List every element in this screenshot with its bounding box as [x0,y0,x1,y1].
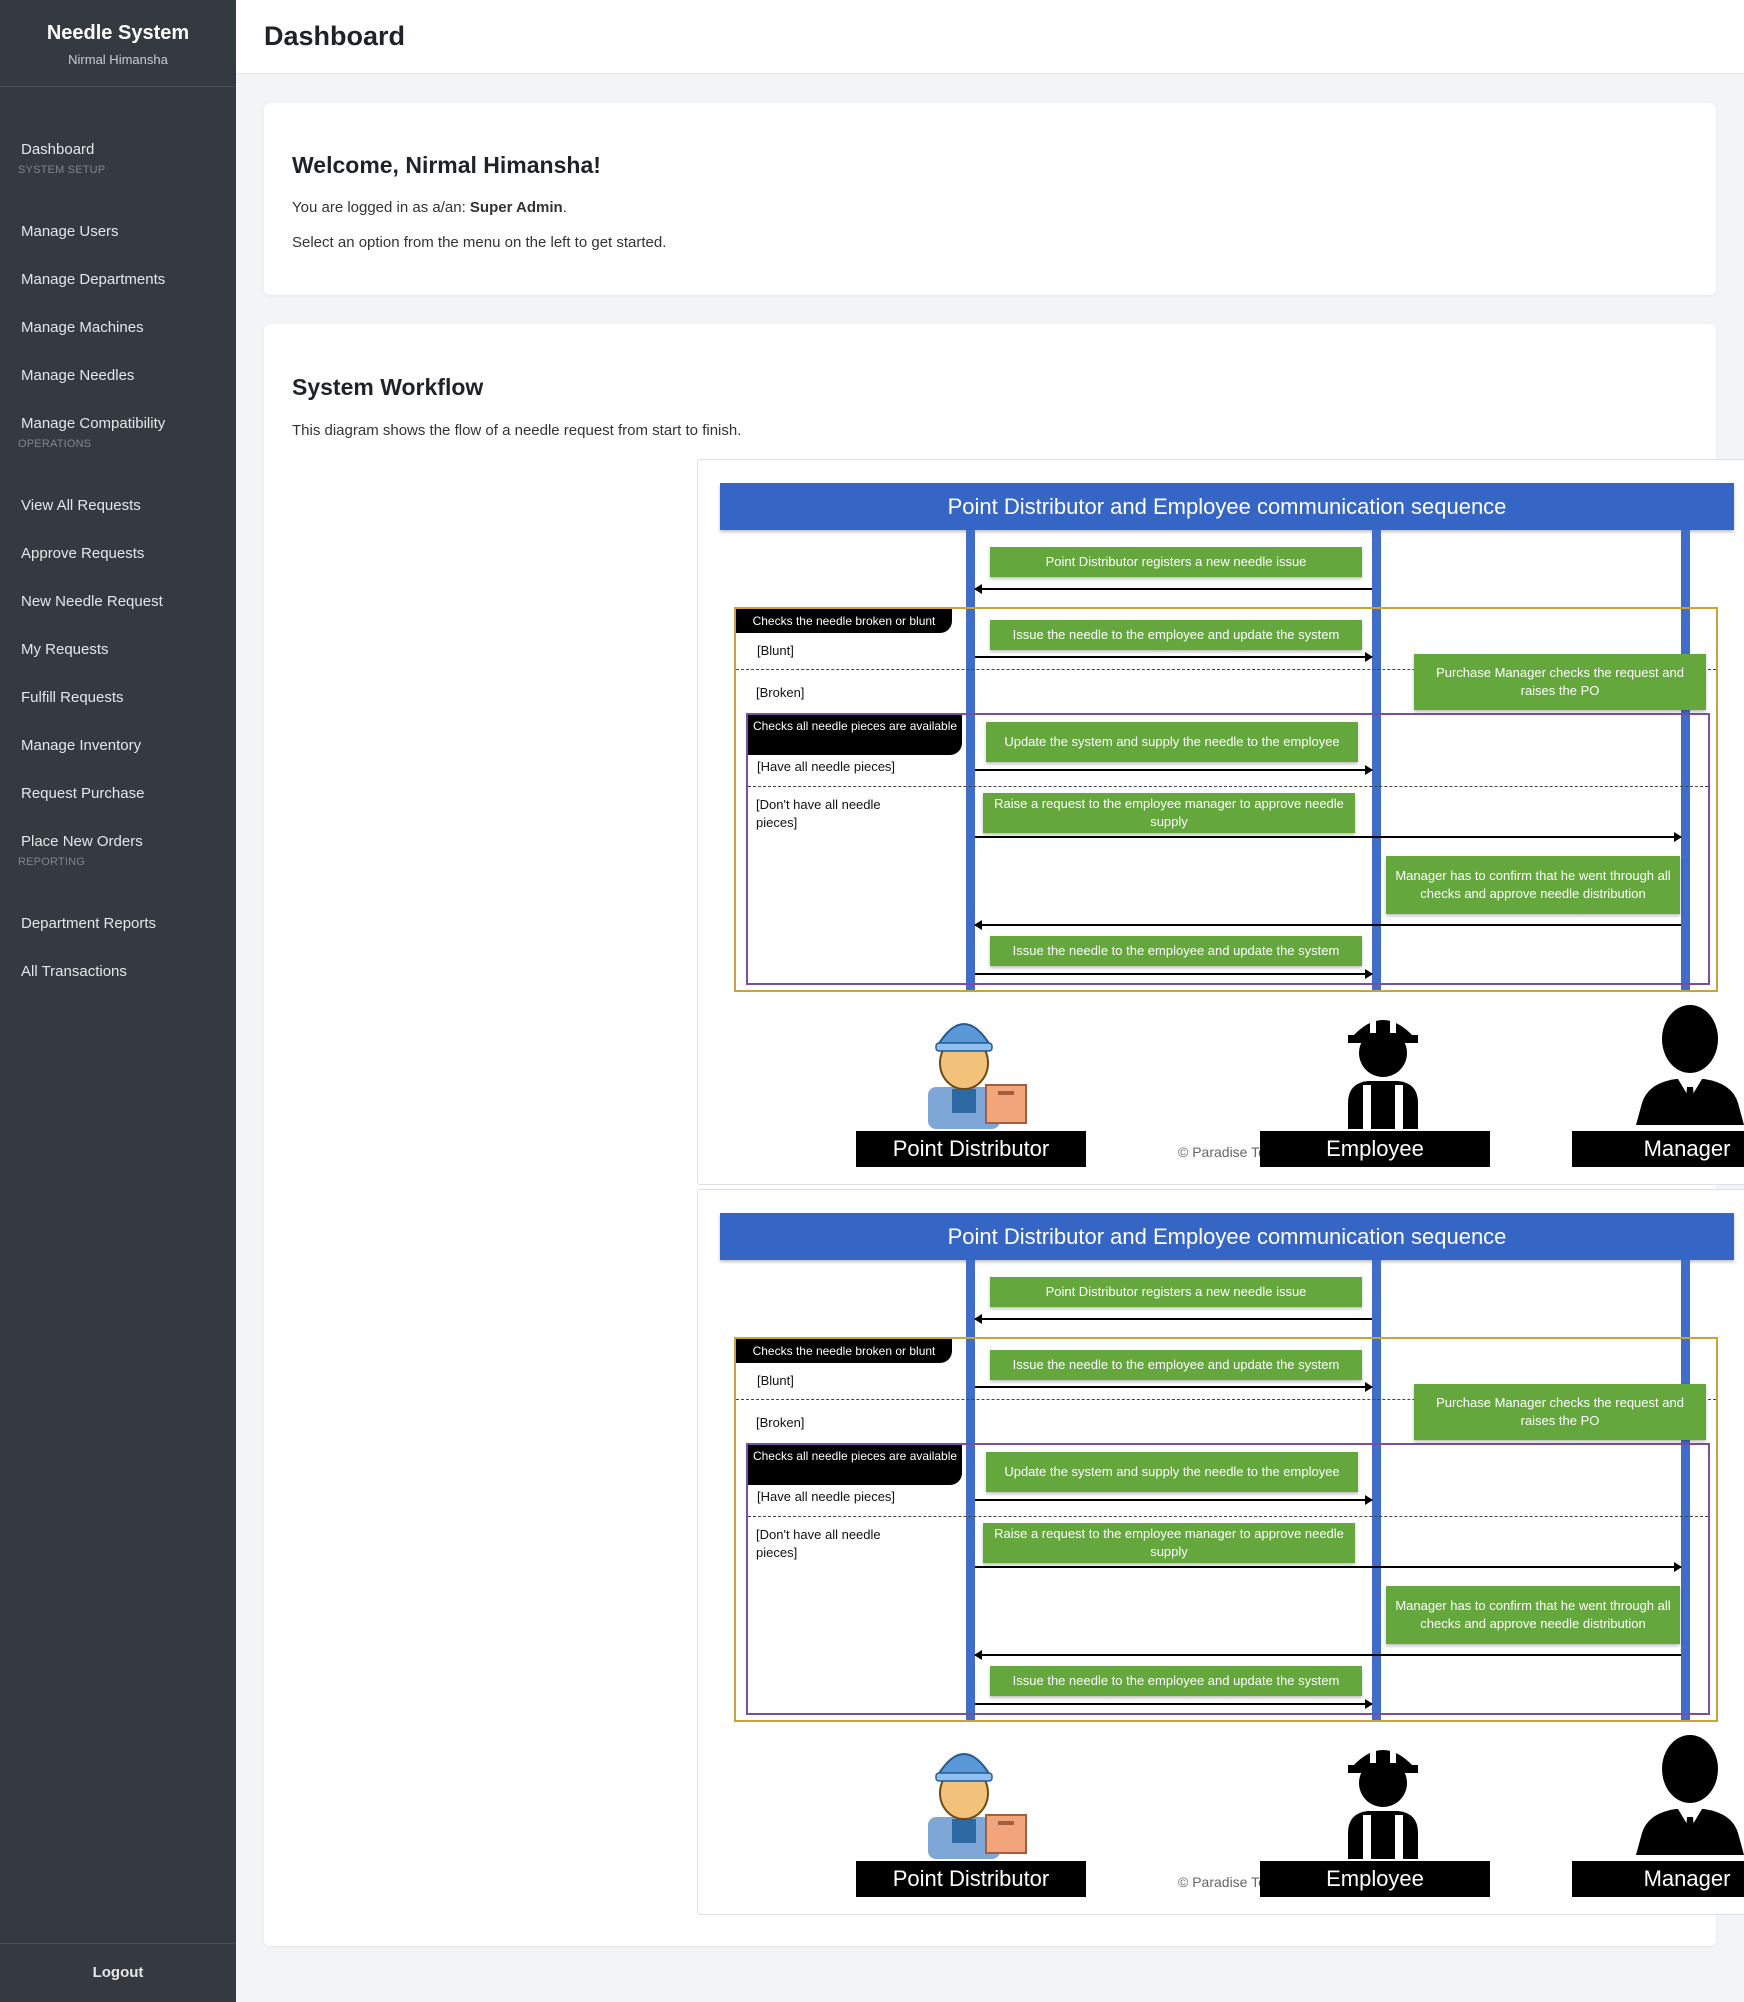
section-reporting: REPORTING [18,856,85,868]
sidebar-item-manage-machines[interactable]: Manage Machines [0,308,236,348]
message-purchase-manager: Purchase Manager checks the request and … [1414,654,1706,710]
manager-icon [1636,1735,1744,1855]
point-distributor-icon [928,1023,1027,1129]
divider-have-dont [748,786,1708,787]
arrow-issue-final [975,969,1373,979]
app-title: Needle System [46,22,190,44]
guard-have-pieces: [Have all needle pieces] [757,1489,896,1504]
actor-label-manager: Manager [1572,1131,1744,1167]
message-issue-final: Issue the needle to the employee and upd… [990,1666,1362,1696]
actor-label-distributor: Point Distributor [856,1131,1086,1167]
sidebar-item-new-needle-request[interactable]: New Needle Request [0,582,236,622]
guard-broken: [Broken] [756,1415,805,1430]
message-purchase-manager: Purchase Manager checks the request and … [1414,1384,1706,1440]
message-issue-final: Issue the needle to the employee and upd… [990,936,1362,966]
message-issue-blunt: Issue the needle to the employee and upd… [990,620,1362,650]
guard-blunt: [Blunt] [757,643,794,658]
workflow-title: System Workflow [292,374,484,400]
guard-dont-have-pieces: [Don't have all needle pieces] [756,1527,881,1560]
sidebar-item-all-transactions[interactable]: All Transactions [0,952,236,992]
actor-label-distributor: Point Distributor [856,1861,1086,1897]
sidebar-item-fulfill-requests[interactable]: Fulfill Requests [0,678,236,718]
section-operations: OPERATIONS [18,438,92,450]
message-raise-request: Raise a request to the employee manager … [983,1523,1355,1563]
guard-blunt: [Blunt] [757,1373,794,1388]
top-header: Dashboard [236,0,1744,74]
message-manager-confirm: Manager has to confirm that he went thro… [1386,1586,1680,1644]
sidebar-item-department-reports[interactable]: Department Reports [0,904,236,944]
arrow-register-issue [974,1314,1372,1324]
sidebar-item-view-all-requests[interactable]: View All Requests [0,486,236,526]
frame-label-pieces-check: Checks all needle pieces are available [748,1445,962,1485]
page-title: Dashboard [264,21,406,51]
message-update-supply: Update the system and supply the needle … [986,722,1358,762]
arrow-raise-request [975,832,1682,842]
employee-icon [1348,1741,1418,1859]
sidebar-item-manage-inventory[interactable]: Manage Inventory [0,726,236,766]
arrow-issue-final [975,1699,1373,1709]
instruction-text: Select an option from the menu on the le… [292,234,667,251]
frame-label-pieces-check: Checks all needle pieces are available [748,715,962,755]
arrow-manager-approve [974,1650,1681,1660]
message-issue-blunt: Issue the needle to the employee and upd… [990,1350,1362,1380]
guard-broken: [Broken] [756,685,805,700]
arrow-register-issue [974,584,1372,594]
brand: Needle System Nirmal Himansha [0,0,236,87]
guard-dont-have-pieces: [Don't have all needle pieces] [756,797,881,830]
manager-icon [1636,1005,1744,1125]
role-text: You are logged in as a/an: Super Admin. [292,199,567,216]
guard-have-pieces: [Have all needle pieces] [757,759,896,774]
workflow-card: System Workflow This diagram shows the f… [264,324,1744,1946]
frame-label-needle-check: Checks the needle broken or blunt [736,609,952,633]
arrow-update-supply [975,765,1373,775]
message-raise-request: Raise a request to the employee manager … [983,793,1355,833]
divider-have-dont [748,1516,1708,1517]
sidebar-item-manage-needles[interactable]: Manage Needles [0,356,236,396]
actor-label-manager: Manager [1572,1861,1744,1897]
actor-label-employee: Employee [1260,1861,1490,1897]
frame-label-needle-check: Checks the needle broken or blunt [736,1339,952,1363]
arrow-issue-blunt [975,1382,1373,1392]
message-manager-confirm: Manager has to confirm that he went thro… [1386,856,1680,914]
employee-icon [1348,1011,1418,1129]
sidebar-item-manage-users[interactable]: Manage Users [0,212,236,252]
role-value: Super Admin [469,199,563,216]
message-register-issue: Point Distributor registers a new needle… [990,547,1362,577]
arrow-raise-request [975,1562,1682,1572]
diagram-title: Point Distributor and Employee communica… [720,1213,1734,1260]
role-prefix: You are logged in as a/an: [292,199,470,216]
user-name: Nirmal Himansha [68,52,168,67]
message-update-supply: Update the system and supply the needle … [986,1452,1358,1492]
arrow-issue-blunt [975,652,1373,662]
arrow-manager-approve [974,920,1681,930]
section-system-setup: SYSTEM SETUP [18,164,106,176]
sequence-diagram: Point Distributor and Employee communica… [697,1189,1744,1915]
sidebar-item-request-purchase[interactable]: Request Purchase [0,774,236,814]
welcome-card: Welcome, Nirmal Himansha! You are logged… [264,103,1716,295]
sidebar-item-approve-requests[interactable]: Approve Requests [0,534,236,574]
sequence-diagram: Point Distributor and Employee communica… [697,459,1744,1185]
point-distributor-icon [928,1753,1027,1859]
role-suffix: . [562,199,567,216]
welcome-title: Welcome, Nirmal Himansha! [292,152,601,178]
sidebar: Needle System Nirmal Himansha Dashboard … [0,0,236,2002]
sidebar-item-my-requests[interactable]: My Requests [0,630,236,670]
sidebar-item-manage-departments[interactable]: Manage Departments [0,260,236,300]
message-register-issue: Point Distributor registers a new needle… [990,1277,1362,1307]
diagram-title: Point Distributor and Employee communica… [720,483,1734,530]
arrow-update-supply [975,1495,1373,1505]
workflow-description: This diagram shows the flow of a needle … [292,422,742,439]
actor-label-employee: Employee [1260,1131,1490,1167]
logout-button[interactable]: Logout [0,1943,236,2002]
